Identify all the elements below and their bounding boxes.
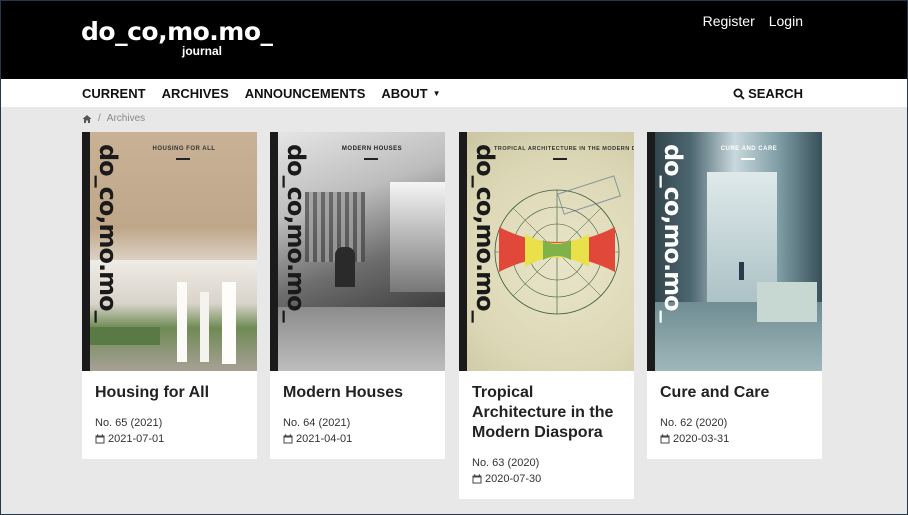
issue-title[interactable]: Tropical Architecture in the Modern Dias… xyxy=(472,383,621,443)
cover-logo: do_co,mo.mo_ xyxy=(659,144,687,322)
home-icon[interactable] xyxy=(82,114,92,124)
issue-date: 2020-03-31 xyxy=(673,433,730,445)
nav-current[interactable]: CURRENT xyxy=(82,86,146,101)
site-logo[interactable]: do_co,mo.mo_ journal xyxy=(81,17,273,58)
cover-title: TROPICAL ARCHITECTURE IN THE MODERN DIAS… xyxy=(494,146,634,152)
issue-title[interactable]: Housing for All xyxy=(95,383,244,403)
user-links: Register Login xyxy=(703,13,803,29)
cover-title: HOUSING FOR ALL xyxy=(152,146,216,152)
cover-logo: do_co,mo.mo_ xyxy=(471,144,499,322)
issue-number: No. 62 (2020) xyxy=(660,417,728,429)
login-link[interactable]: Login xyxy=(769,13,803,29)
search-icon xyxy=(733,88,745,100)
issue-number: No. 65 (2021) xyxy=(95,417,163,429)
issue-title[interactable]: Modern Houses xyxy=(283,383,432,403)
cover-logo: do_co,mo.mo_ xyxy=(94,144,122,322)
issue-date: 2020-07-30 xyxy=(485,473,542,485)
issue-date: 2021-04-01 xyxy=(296,433,353,445)
calendar-icon xyxy=(660,434,670,444)
issue-number: No. 63 (2020) xyxy=(472,457,540,469)
nav-archives[interactable]: ARCHIVES xyxy=(162,86,229,101)
issue-cover[interactable]: do_co,mo.mo_ CURE AND CARE xyxy=(647,132,822,371)
issue-card[interactable]: do_co,mo.mo_ TROPICAL ARCHITECTURE IN TH… xyxy=(459,132,634,499)
issue-card[interactable]: do_co,mo.mo_ CURE AND CARE Cure and Care… xyxy=(647,132,822,459)
breadcrumb: / Archives xyxy=(82,113,145,124)
cover-title: CURE AND CARE xyxy=(720,146,778,152)
issue-cover[interactable]: do_co,mo.mo_ TROPICAL ARCHITECTURE IN TH… xyxy=(459,132,634,371)
logo-text: do_co,mo.mo_ xyxy=(81,17,273,46)
issue-title[interactable]: Cure and Care xyxy=(660,383,809,403)
main-nav: CURRENT ARCHIVES ANNOUNCEMENTS ABOUT ▼ SE… xyxy=(1,79,907,107)
site-header: do_co,mo.mo_ journal Register Login xyxy=(1,1,907,79)
issue-card[interactable]: do_co,mo.mo_ MODERN HOUSES Modern Houses… xyxy=(270,132,445,459)
cover-title: MODERN HOUSES xyxy=(341,146,403,152)
issue-cover[interactable]: do_co,mo.mo_ HOUSING FOR ALL xyxy=(82,132,257,371)
browser-frame: do_co,mo.mo_ journal Register Login CURR… xyxy=(0,0,908,515)
register-link[interactable]: Register xyxy=(703,13,755,29)
issue-card[interactable]: do_co,mo.mo_ HOUSING FOR ALL Housing for… xyxy=(82,132,257,459)
calendar-icon xyxy=(283,434,293,444)
search-button[interactable]: SEARCH xyxy=(733,86,803,101)
issue-date: 2021-07-01 xyxy=(108,433,165,445)
nav-about[interactable]: ABOUT ▼ xyxy=(381,86,440,101)
nav-about-label: ABOUT xyxy=(381,86,428,101)
breadcrumb-separator: / xyxy=(98,113,101,124)
calendar-icon xyxy=(472,474,482,484)
calendar-icon xyxy=(95,434,105,444)
issue-cover[interactable]: do_co,mo.mo_ MODERN HOUSES xyxy=(270,132,445,371)
cover-logo: do_co,mo.mo_ xyxy=(282,144,310,322)
search-label: SEARCH xyxy=(748,86,803,101)
breadcrumb-current: Archives xyxy=(106,113,146,124)
issue-number: No. 64 (2021) xyxy=(283,417,351,429)
nav-announcements[interactable]: ANNOUNCEMENTS xyxy=(245,86,366,101)
caret-down-icon: ▼ xyxy=(432,89,441,98)
logo-subtitle: journal xyxy=(182,44,223,58)
